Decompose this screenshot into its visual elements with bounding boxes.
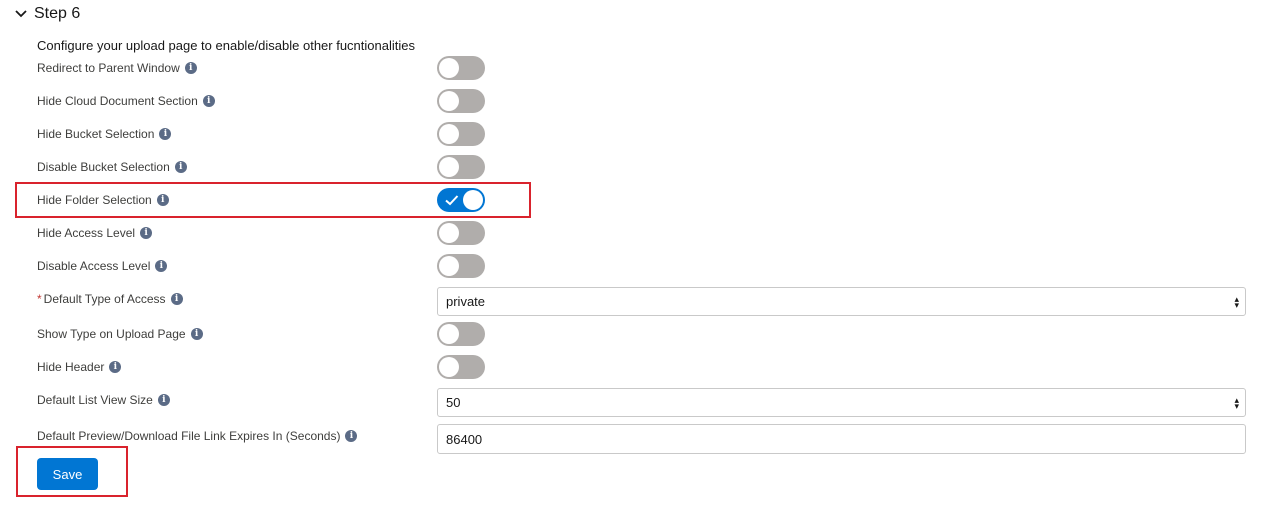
toggle-knob [439, 324, 459, 344]
toggle-knob [439, 124, 459, 144]
show-type-label-text: Show Type on Upload Page [37, 327, 186, 341]
disable-bucket-label-text: Disable Bucket Selection [37, 160, 170, 174]
redirect-parent-label: Redirect to Parent Window i [37, 61, 197, 75]
chevron-down-icon [12, 5, 30, 23]
hide-access-label-text: Hide Access Level [37, 226, 136, 240]
link-expiry-label: Default Preview/Download File Link Expir… [37, 429, 358, 443]
info-icon[interactable]: i [140, 227, 153, 239]
info-icon[interactable]: i [202, 95, 215, 107]
hide-cloud-doc-label-text: Hide Cloud Document Section [37, 94, 198, 108]
toggle-knob [463, 190, 483, 210]
default-access-label: * Default Type of Access i [37, 292, 183, 306]
hide-folder-label-text: Hide Folder Selection [37, 193, 152, 207]
show-type-toggle[interactable] [437, 322, 485, 346]
dropdown-arrow-icon: ▴ ▾ [1234, 395, 1239, 411]
info-icon[interactable]: i [170, 293, 183, 305]
hide-bucket-label-text: Hide Bucket Selection [37, 127, 155, 141]
info-icon[interactable]: i [184, 62, 197, 74]
default-access-label-text: Default Type of Access [43, 292, 166, 306]
toggle-knob [439, 157, 459, 177]
disable-bucket-label: Disable Bucket Selection i [37, 160, 187, 174]
toggle-knob [439, 91, 459, 111]
hide-header-label-text: Hide Header [37, 360, 105, 374]
toggle-knob [439, 256, 459, 276]
info-icon[interactable]: i [109, 361, 122, 373]
link-expiry-input[interactable]: 86400 [437, 424, 1246, 454]
step-6-header[interactable]: Step 6 [12, 4, 80, 24]
toggle-knob [439, 58, 459, 78]
intro-text: Configure your upload page to enable/dis… [37, 38, 415, 53]
info-icon[interactable]: i [174, 161, 187, 173]
hide-header-label: Hide Header i [37, 360, 122, 374]
info-icon[interactable]: i [190, 328, 203, 340]
toggle-knob [439, 223, 459, 243]
list-view-size-value: 50 [446, 395, 461, 410]
info-icon[interactable]: i [156, 194, 169, 206]
hide-cloud-doc-label: Hide Cloud Document Section i [37, 94, 215, 108]
link-expiry-value: 86400 [446, 431, 483, 447]
redirect-parent-label-text: Redirect to Parent Window [37, 61, 180, 75]
default-access-select[interactable]: private ▴ ▾ [437, 287, 1246, 316]
default-access-value: private [446, 294, 486, 309]
hide-access-label: Hide Access Level i [37, 226, 153, 240]
check-icon [445, 195, 459, 206]
disable-access-toggle[interactable] [437, 254, 485, 278]
save-button[interactable]: Save [37, 458, 98, 490]
info-icon[interactable]: i [159, 128, 172, 140]
toggle-knob [439, 357, 459, 377]
required-marker: * [37, 292, 42, 306]
list-view-size-label: Default List View Size i [37, 393, 170, 407]
link-expiry-label-text: Default Preview/Download File Link Expir… [37, 429, 341, 443]
list-view-size-label-text: Default List View Size [37, 393, 153, 407]
hide-bucket-toggle[interactable] [437, 122, 485, 146]
dropdown-arrow-icon: ▴ ▾ [1234, 294, 1239, 310]
redirect-parent-toggle[interactable] [437, 56, 485, 80]
hide-folder-toggle[interactable] [437, 188, 485, 212]
info-icon[interactable]: i [345, 430, 358, 442]
info-icon[interactable]: i [157, 394, 170, 406]
hide-bucket-label: Hide Bucket Selection i [37, 127, 172, 141]
show-type-label: Show Type on Upload Page i [37, 327, 203, 341]
hide-cloud-doc-toggle[interactable] [437, 89, 485, 113]
hide-header-toggle[interactable] [437, 355, 485, 379]
info-icon[interactable]: i [155, 260, 168, 272]
list-view-size-select[interactable]: 50 ▴ ▾ [437, 388, 1246, 417]
step-title: Step 6 [34, 5, 81, 22]
disable-access-label: Disable Access Level i [37, 259, 168, 273]
disable-bucket-toggle[interactable] [437, 155, 485, 179]
disable-access-label-text: Disable Access Level [37, 259, 151, 273]
hide-folder-label: Hide Folder Selection i [37, 193, 169, 207]
hide-access-toggle[interactable] [437, 221, 485, 245]
